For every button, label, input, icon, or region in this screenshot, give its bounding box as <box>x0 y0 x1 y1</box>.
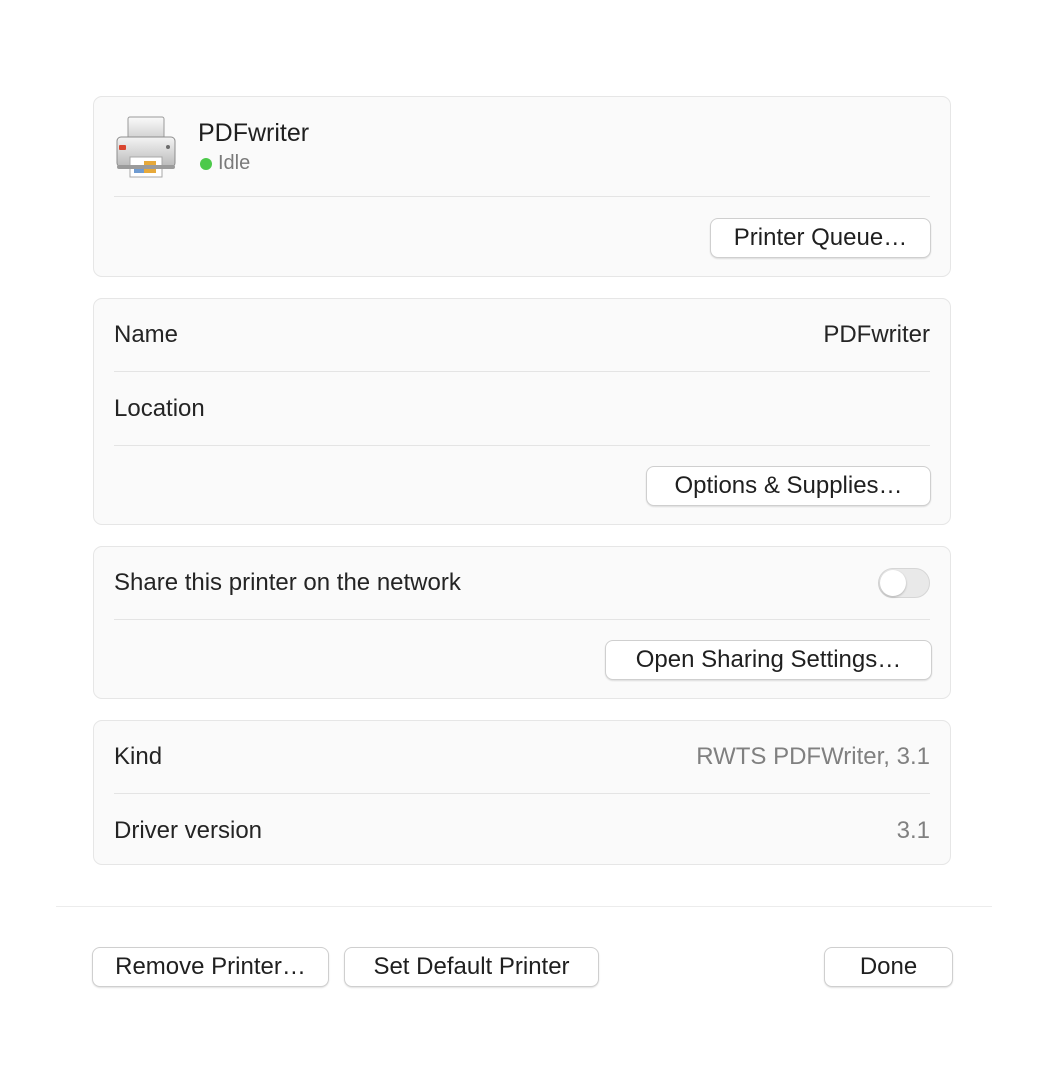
kind-value: RWTS PDFWriter, 3.1 <box>696 743 930 770</box>
printer-info-card: Name PDFwriter Location Options & Suppli… <box>93 298 951 525</box>
location-label: Location <box>114 395 205 422</box>
printer-name: PDFwriter <box>198 119 310 147</box>
info-divider-1 <box>114 371 930 372</box>
name-value[interactable]: PDFwriter <box>823 321 930 349</box>
printer-icon <box>114 115 178 179</box>
info-divider-2 <box>114 445 930 446</box>
details-card: Kind RWTS PDFWriter, 3.1 Driver version … <box>93 720 951 865</box>
open-sharing-settings-button[interactable]: Open Sharing Settings… <box>605 640 932 680</box>
sharing-card: Share this printer on the network Open S… <box>93 546 951 699</box>
options-supplies-button[interactable]: Options & Supplies… <box>646 466 931 506</box>
printer-queue-button[interactable]: Printer Queue… <box>710 218 931 258</box>
driver-row: Driver version 3.1 <box>114 813 930 849</box>
header-divider <box>114 196 930 197</box>
share-toggle-knob <box>880 570 906 596</box>
remove-printer-button[interactable]: Remove Printer… <box>92 947 329 987</box>
status-dot-icon <box>200 157 212 170</box>
location-row: Location <box>114 391 930 427</box>
printer-info-sheet: PDFwriter Idle Printer Queue… Name PDFwr… <box>0 0 1049 1085</box>
printer-status: Idle <box>200 152 250 175</box>
set-default-printer-button[interactable]: Set Default Printer <box>344 947 599 987</box>
kind-label: Kind <box>114 743 163 770</box>
footer-divider <box>56 906 992 907</box>
share-label: Share this printer on the network <box>114 569 461 596</box>
sharing-divider <box>114 619 930 620</box>
name-row: Name PDFwriter <box>114 317 930 353</box>
driver-value: 3.1 <box>896 817 930 844</box>
name-label: Name <box>114 321 179 348</box>
details-divider <box>114 793 930 794</box>
kind-row: Kind RWTS PDFWriter, 3.1 <box>114 739 930 775</box>
done-button[interactable]: Done <box>824 947 953 987</box>
driver-label: Driver version <box>114 817 263 844</box>
printer-status-label: Idle <box>218 152 251 174</box>
share-row: Share this printer on the network <box>114 565 930 601</box>
printer-header-card: PDFwriter Idle Printer Queue… <box>93 96 951 277</box>
share-toggle[interactable] <box>878 568 930 598</box>
